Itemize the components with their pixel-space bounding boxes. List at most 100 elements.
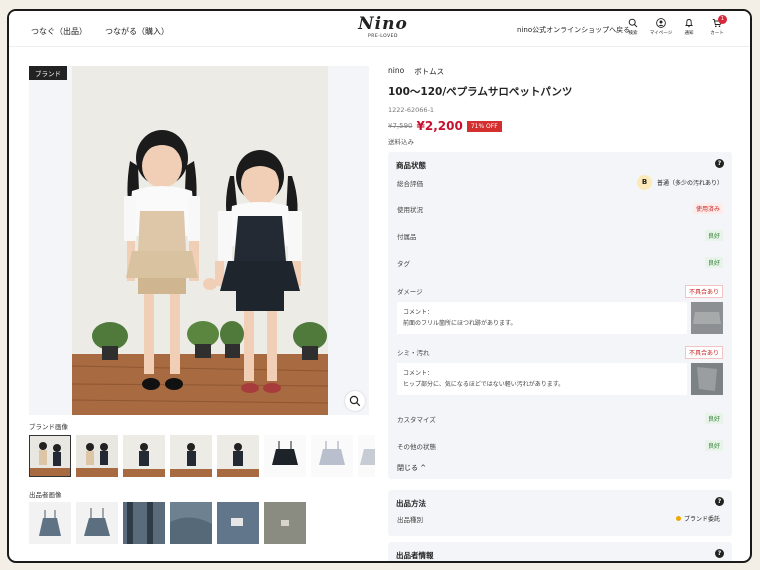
collapse-button[interactable]: 閉じる ^ — [397, 463, 426, 473]
condition-panel: 商品状態 ? 総合評価 B 普通（多少の汚れあり） 使用状況 使用済み 付属品 … — [388, 152, 732, 479]
accessories-row: 付属品 良好 — [388, 223, 732, 250]
seller-panel: 出品者情報 ? — [388, 542, 732, 561]
stain-comment-label: コメント： — [403, 370, 434, 377]
grade-text: 普通（多少の汚れあり） — [656, 180, 723, 187]
seller-thumb-4[interactable] — [170, 502, 212, 544]
sale-price: ¥2,200 — [416, 119, 463, 133]
usage-label: 使用状況 — [397, 206, 423, 214]
brand-thumb-6[interactable] — [264, 435, 306, 477]
accessories-label: 付属品 — [397, 233, 417, 241]
header: つなぐ（出品） つながる（購入） Nino PRE-LOVED nino公式オン… — [9, 11, 750, 47]
grade-badge: B — [636, 175, 652, 190]
listing-type-label: 出品種別 — [397, 516, 423, 524]
product-main-image[interactable] — [72, 66, 328, 415]
customize-label: カスタマイズ — [397, 416, 436, 424]
listing-type-text: ブランド委託 — [683, 516, 720, 523]
logo-subtitle: PRE-LOVED — [367, 34, 398, 39]
seller-heading: 出品者情報 ? — [388, 542, 732, 561]
help-icon[interactable]: ? — [715, 549, 724, 558]
search-button[interactable]: 検索 — [621, 18, 645, 36]
listing-type-value: ブランド委託 — [673, 513, 723, 524]
bell-icon — [685, 19, 693, 28]
other-label: その他の状態 — [397, 443, 436, 451]
damage-row: ダメージ 不具合あり — [388, 278, 732, 305]
usage-status-badge: 使用済み — [692, 203, 723, 214]
notification-label: 通知 — [684, 31, 694, 36]
other-status-badge: 良好 — [704, 440, 723, 451]
notification-button[interactable]: 通知 — [677, 18, 701, 36]
brand-thumb-8[interactable] — [358, 435, 375, 477]
seller-thumb-3[interactable] — [123, 502, 165, 544]
brand-tag: ブランド — [29, 66, 67, 80]
logo[interactable]: Nino PRE-LOVED — [353, 15, 413, 39]
product-title: 100〜120/ペプラムサロペットパンツ — [388, 86, 573, 98]
header-icons: 検索 マイページ 通知 1 カート — [621, 15, 729, 36]
product-photo — [72, 66, 328, 415]
mypage-button[interactable]: マイページ — [649, 18, 673, 36]
search-label: 検索 — [628, 31, 638, 36]
brand-link[interactable]: nino — [388, 66, 404, 77]
category-link[interactable]: ボトムス — [414, 66, 444, 77]
nav-sell[interactable]: つなぐ（出品） — [31, 26, 87, 37]
overall-row: 総合評価 B 普通（多少の汚れあり） — [388, 170, 732, 197]
help-icon[interactable]: ? — [715, 159, 724, 168]
logo-text: Nino — [358, 14, 408, 34]
seller-images-label: 出品者画像 — [29, 491, 62, 499]
stain-photo[interactable] — [691, 363, 723, 395]
brand-thumbs — [29, 435, 375, 477]
nav-buy[interactable]: つながる（購入） — [105, 26, 169, 37]
seller-heading-text: 出品者情報 — [396, 551, 434, 560]
brand-thumb-4[interactable] — [170, 435, 212, 477]
stain-status-badge: 不具合あり — [684, 346, 723, 359]
shipping-note: 送料込み — [388, 138, 414, 146]
brand-thumb-5[interactable] — [217, 435, 259, 477]
seller-thumb-2[interactable] — [76, 502, 118, 544]
cart-label: カート — [710, 31, 724, 36]
damage-photo[interactable] — [691, 302, 723, 334]
help-icon[interactable]: ? — [715, 497, 724, 506]
seller-thumb-5[interactable] — [217, 502, 259, 544]
cart-count-badge: 1 — [718, 15, 727, 24]
damage-label: ダメージ — [397, 288, 423, 296]
stain-label: シミ・汚れ — [397, 349, 430, 357]
brand-thumb-7[interactable] — [311, 435, 353, 477]
zoom-icon — [349, 395, 361, 407]
customize-row: カスタマイズ 良好 — [388, 406, 732, 433]
accessories-status-badge: 良好 — [704, 230, 723, 241]
breadcrumb: nino ボトムス — [388, 66, 732, 77]
seller-thumb-1[interactable] — [29, 502, 71, 544]
price-row: ¥7,590 ¥2,200 71% OFF — [388, 119, 732, 133]
overall-label: 総合評価 — [397, 180, 423, 188]
stain-comment: コメント： ヒップ部分に、気になるほどではない軽い汚れがあります。 — [397, 363, 687, 395]
zoom-button[interactable] — [345, 391, 365, 411]
damage-comment-label: コメント： — [403, 309, 434, 316]
tag-row: タグ 良好 — [388, 250, 732, 277]
tag-label: タグ — [397, 260, 410, 268]
other-row: その他の状態 良好 — [388, 433, 732, 460]
discount-badge: 71% OFF — [466, 120, 502, 132]
brand-thumb-1[interactable] — [29, 435, 71, 477]
app-window: つなぐ（出品） つながる（購入） Nino PRE-LOVED nino公式オン… — [7, 9, 752, 563]
stain-row: シミ・汚れ 不具合あり — [388, 339, 732, 366]
status-dot — [675, 516, 681, 521]
product-info: nino ボトムス 100〜120/ペプラムサロペットパンツ 1222-6206… — [388, 66, 732, 146]
main-image-area: ブランド — [29, 66, 369, 415]
listing-panel: 出品方法 ? 出品種別 ブランド委託 — [388, 490, 732, 536]
mypage-label: マイページ — [649, 31, 673, 36]
cart-button[interactable]: 1 カート — [705, 15, 729, 36]
brand-thumb-3[interactable] — [123, 435, 165, 477]
user-icon — [656, 18, 666, 28]
header-nav: つなぐ（出品） つながる（購入） — [31, 26, 169, 37]
shop-link[interactable]: nino公式オンラインショップへ戻る — [517, 25, 630, 35]
original-price: ¥7,590 — [388, 122, 413, 130]
seller-thumb-6[interactable] — [264, 502, 306, 544]
brand-thumb-2[interactable] — [76, 435, 118, 477]
seller-thumbs — [29, 502, 306, 544]
condition-heading-text: 商品状態 — [396, 161, 426, 170]
product-sku: 1222-62066-1 — [388, 106, 435, 114]
damage-comment-text: 前面のフリル箇所にほつれ跡があります。 — [403, 320, 517, 327]
stain-comment-text: ヒップ部分に、気になるほどではない軽い汚れがあります。 — [403, 381, 565, 388]
listing-type-row: 出品種別 ブランド委託 — [388, 506, 732, 533]
damage-comment: コメント： 前面のフリル箇所にほつれ跡があります。 — [397, 302, 687, 334]
usage-row: 使用状況 使用済み — [388, 196, 732, 223]
